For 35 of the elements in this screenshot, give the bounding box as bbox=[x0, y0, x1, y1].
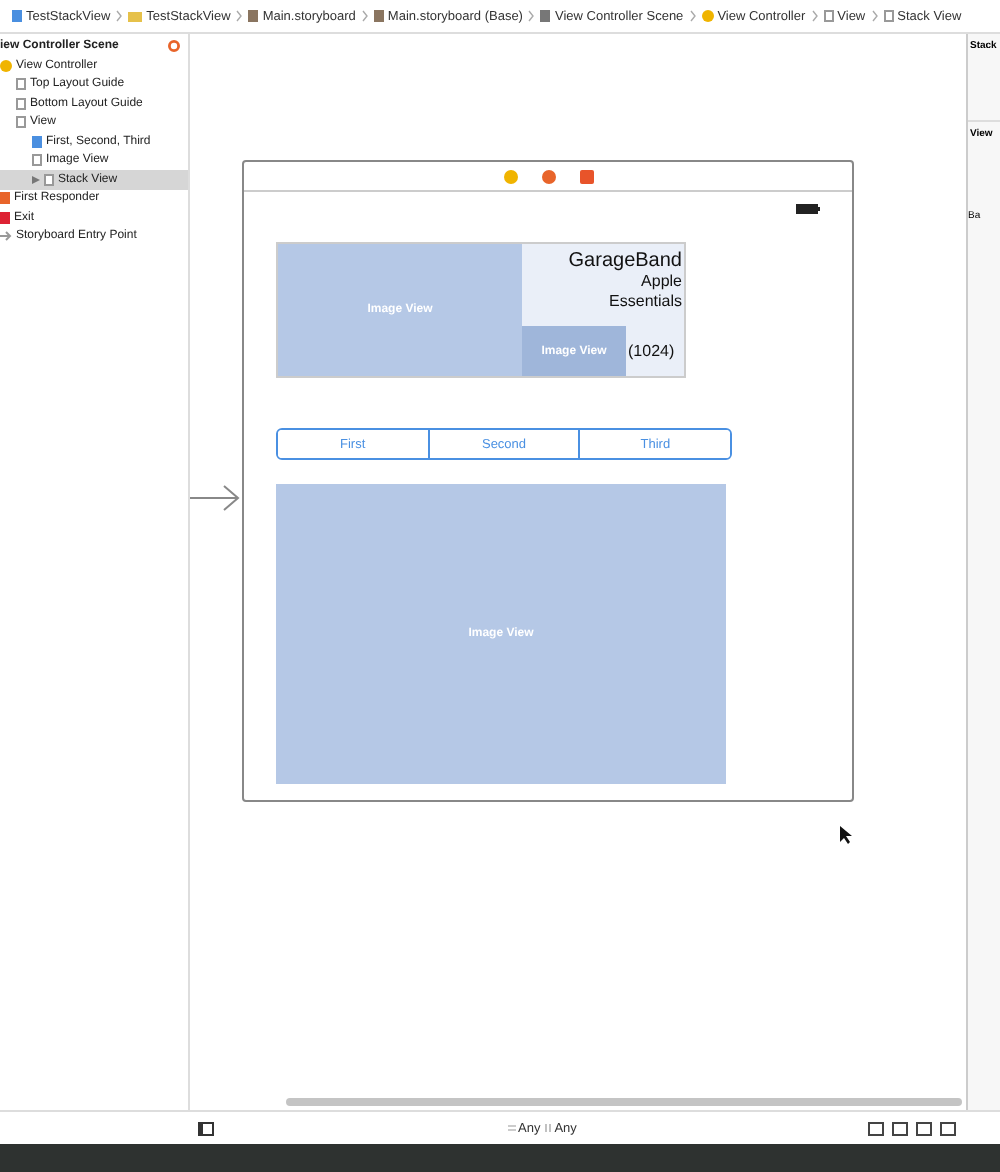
chevron-icon bbox=[811, 10, 818, 22]
chevron-icon bbox=[236, 10, 243, 22]
view-controller-icon bbox=[0, 59, 12, 72]
stack-icon bbox=[44, 173, 54, 186]
doc-icon bbox=[373, 10, 384, 22]
close-icon[interactable] bbox=[168, 40, 180, 52]
folder-icon bbox=[128, 10, 143, 22]
doc-icon bbox=[248, 10, 259, 22]
exit-icon bbox=[579, 169, 593, 183]
count-label: (1024) bbox=[626, 340, 677, 364]
title-label: GarageBand bbox=[566, 248, 684, 272]
disclosure-triangle-icon[interactable] bbox=[32, 175, 40, 184]
segment-icon bbox=[32, 135, 42, 148]
cursor-icon bbox=[840, 826, 852, 844]
view-icon bbox=[32, 154, 42, 167]
arrow-icon bbox=[0, 230, 12, 243]
layout-tools-icon[interactable] bbox=[868, 1121, 956, 1135]
exit-icon bbox=[0, 211, 10, 224]
width-icon bbox=[508, 1124, 516, 1132]
subtitle-label: Apple Essentials bbox=[607, 272, 684, 314]
chevron-icon bbox=[871, 10, 878, 22]
file-icon bbox=[12, 10, 22, 22]
responder-icon bbox=[0, 192, 10, 205]
view-icon bbox=[823, 10, 834, 22]
view-controller-icon bbox=[701, 10, 714, 22]
stack-icon bbox=[883, 10, 894, 22]
sidebar-toggle-icon[interactable] bbox=[198, 1121, 214, 1135]
view-controller-icon bbox=[503, 169, 517, 183]
chevron-icon bbox=[116, 10, 123, 22]
battery-icon bbox=[796, 204, 820, 214]
chevron-icon bbox=[528, 10, 535, 22]
chevron-icon bbox=[361, 10, 368, 22]
scene-icon bbox=[540, 10, 551, 22]
scroll-bar[interactable] bbox=[286, 1098, 962, 1106]
chevron-icon bbox=[689, 10, 696, 22]
